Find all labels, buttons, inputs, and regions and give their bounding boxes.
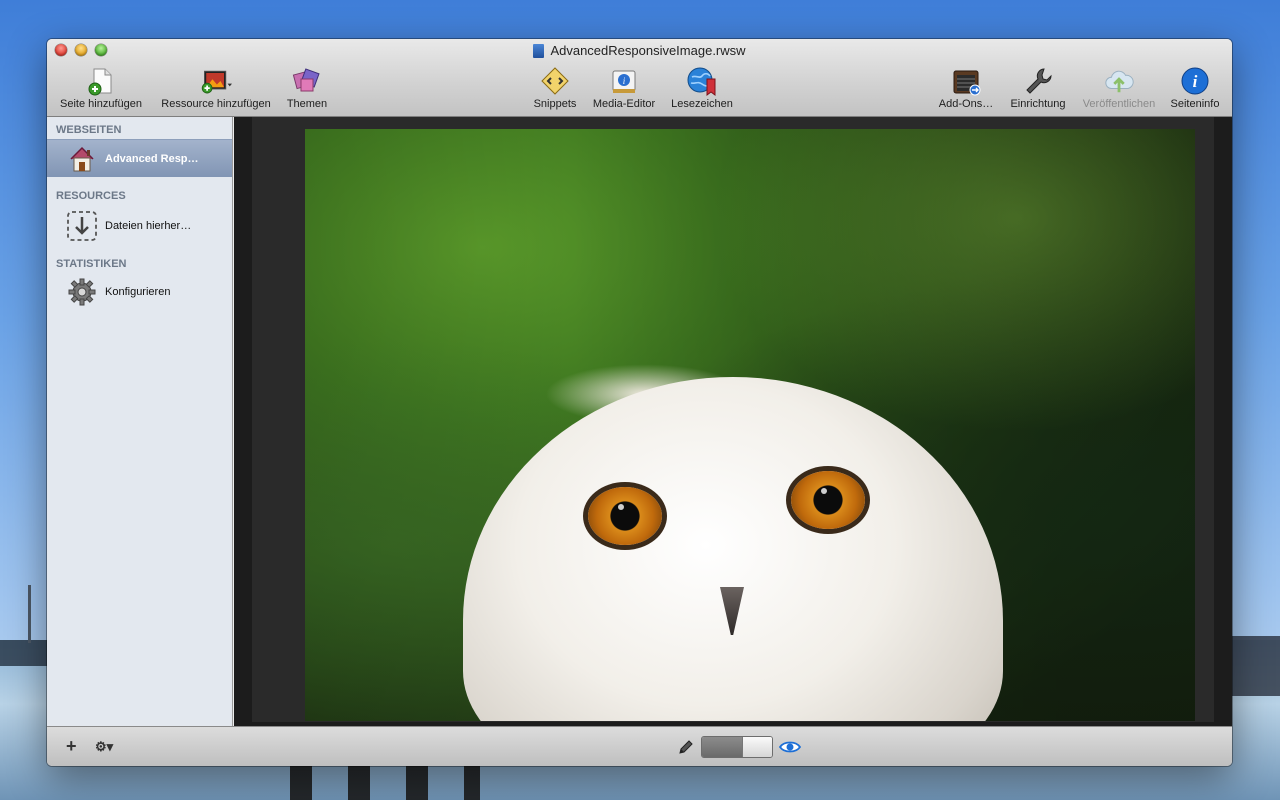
add-resource-icon: [200, 65, 232, 97]
switch-edit-side: [702, 737, 742, 757]
desktop-pier-right: [1232, 636, 1280, 696]
owl-photo: [305, 129, 1195, 721]
owl-right-eye: [791, 471, 865, 529]
owl-left-eye: [588, 487, 662, 545]
setup-label: Einrichtung: [1010, 98, 1066, 110]
preview-area: [234, 117, 1232, 726]
page-info-button[interactable]: i Seiteninfo: [1167, 65, 1223, 110]
house-icon: [66, 143, 98, 175]
bookmarks-button[interactable]: Lesezeichen: [667, 65, 737, 110]
pencil-icon: [679, 740, 693, 754]
sidebar-item-advanced-responsive[interactable]: Advanced Resp…: [47, 139, 232, 177]
publish-label: Veröffentlichen: [1082, 98, 1156, 110]
sidebar-header-webpages: WEBSEITEN: [56, 124, 122, 136]
sidebar-item-label: Advanced Resp…: [105, 152, 199, 165]
bottom-bar: + ⚙▾: [47, 726, 1232, 766]
document-icon: [533, 43, 545, 58]
sidebar-header-statistics: STATISTIKEN: [56, 258, 127, 270]
snippets-button[interactable]: Snippets: [529, 65, 581, 110]
sidebar-header-resources: RESOURCES: [56, 190, 126, 202]
gear-icon: [66, 276, 98, 308]
svg-text:i: i: [1193, 72, 1198, 91]
sidebar-item-configure[interactable]: Konfigurieren: [47, 273, 232, 311]
addons-label: Add-Ons…: [938, 98, 994, 110]
bookmarks-label: Lesezeichen: [671, 98, 733, 110]
media-editor-label: Media-Editor: [592, 98, 656, 110]
add-page-small-button[interactable]: +: [66, 736, 77, 757]
themes-button[interactable]: Themen: [283, 65, 331, 110]
media-editor-button[interactable]: i Media-Editor: [587, 65, 661, 110]
publish-cloud-icon: [1103, 65, 1135, 97]
edit-preview-switch[interactable]: [701, 736, 773, 758]
desktop-pier: [0, 640, 48, 666]
addons-button[interactable]: Add-Ons…: [933, 65, 999, 110]
add-page-label: Seite hinzufügen: [60, 98, 142, 110]
window-title-text: AdvancedResponsiveImage.rwsw: [550, 43, 746, 58]
add-resource-label: Ressource hinzufügen: [161, 98, 271, 110]
edit-preview-toggle: [677, 736, 801, 758]
drop-files-icon: [66, 210, 98, 242]
sidebar-item-label: Konfigurieren: [105, 286, 171, 298]
themes-label: Themen: [286, 98, 328, 110]
window-title: AdvancedResponsiveImage.rwsw: [47, 43, 1232, 58]
desktop-lamp-pole: [28, 585, 31, 643]
bookmarks-icon: [686, 65, 718, 97]
themes-icon: [291, 65, 323, 97]
setup-button[interactable]: Einrichtung: [1005, 65, 1071, 110]
titlebar-toolbar: AdvancedResponsiveImage.rwsw Seite hinzu…: [47, 39, 1232, 117]
addons-icon: [950, 65, 982, 97]
switch-preview-side: [742, 737, 772, 757]
media-editor-icon: i: [608, 65, 640, 97]
add-page-button[interactable]: Seite hinzufügen: [55, 65, 147, 110]
preview-canvas: [252, 117, 1214, 722]
desktop-posts: [290, 766, 480, 800]
snippets-label: Snippets: [533, 98, 577, 110]
settings-menu-button[interactable]: ⚙▾: [95, 739, 113, 755]
sidebar: WEBSEITEN Advanced Resp… RESOURCES Datei…: [47, 117, 233, 726]
sidebar-item-drop-files[interactable]: Dateien hierher…: [47, 205, 232, 247]
sidebar-item-label: Dateien hierher…: [105, 220, 192, 232]
eye-icon: [779, 741, 801, 753]
page-info-label: Seiteninfo: [1170, 98, 1220, 110]
app-window: AdvancedResponsiveImage.rwsw Seite hinzu…: [47, 39, 1232, 766]
add-resource-button[interactable]: Ressource hinzufügen: [155, 65, 277, 110]
publish-button[interactable]: Veröffentlichen: [1075, 65, 1163, 110]
snippets-icon: [539, 65, 571, 97]
wrench-icon: [1022, 65, 1054, 97]
info-icon: i: [1179, 65, 1211, 97]
add-page-icon: [85, 65, 117, 97]
